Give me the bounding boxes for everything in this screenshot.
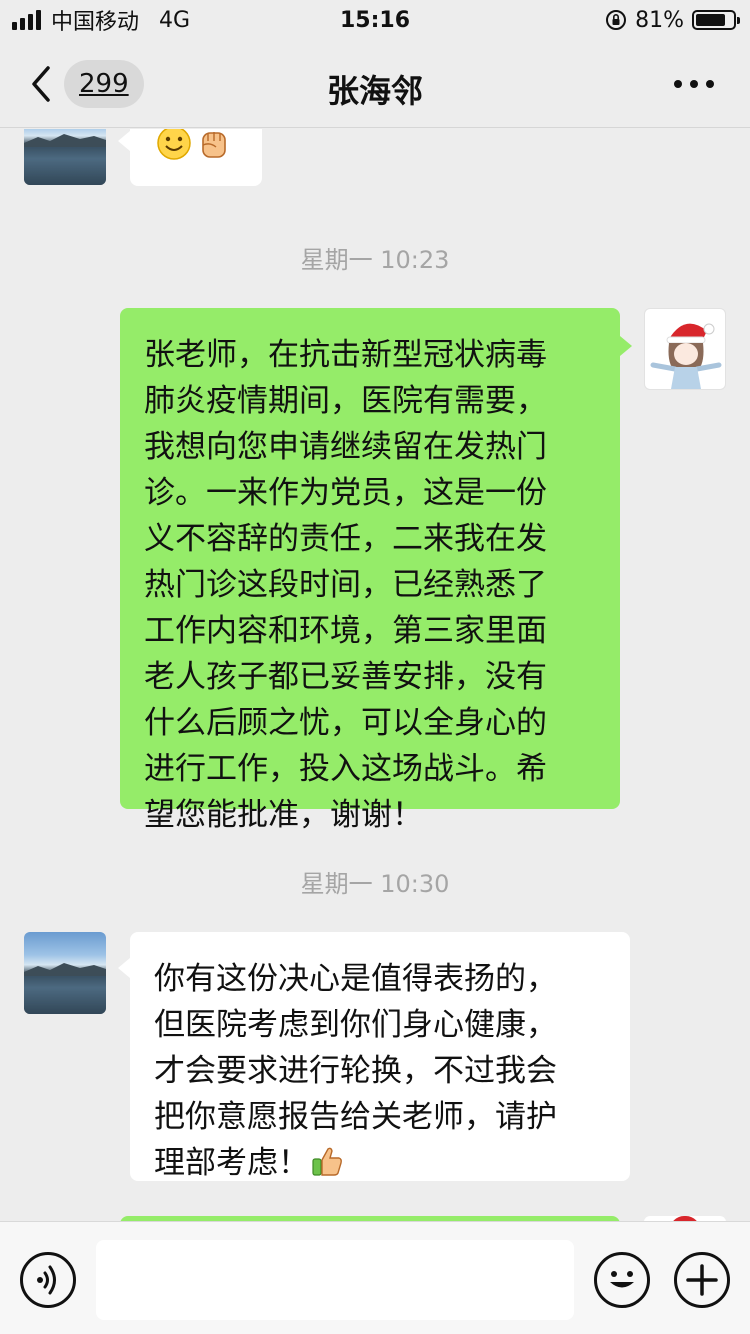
chat-message-list[interactable]: 星期一 10:23 张老师，在抗击新型冠状病毒 肺炎疫情期间，医院有需要， 我想… (0, 129, 750, 1221)
message-line: 什么后顾之忧，可以全身心的 (144, 705, 547, 741)
battery-icon (692, 10, 740, 30)
contact-avatar[interactable] (24, 129, 106, 185)
chat-title: 张海邻 (326, 72, 423, 110)
message-line: 才会要求进行轮换，不过我会 (154, 1053, 557, 1089)
message-bubble-emoji[interactable] (118, 129, 262, 186)
message-line: 义不容辞的责任，二来我在发 (144, 521, 547, 557)
christmas-hat-girl-image (650, 323, 722, 389)
emoji-picker-icon[interactable] (594, 1252, 650, 1308)
add-more-icon[interactable] (674, 1252, 730, 1308)
message-text-field[interactable] (96, 1240, 574, 1320)
message-line: 望您能批准，谢谢！ (144, 797, 423, 833)
status-left: 中国移动 4G (12, 4, 190, 36)
message-line: 肺炎疫情期间，医院有需要， (144, 383, 547, 419)
status-right: 81% (605, 7, 740, 33)
smiling-face-emoji (157, 129, 191, 160)
message-line: 理部考虑！ (154, 1145, 309, 1181)
message-bubble-self[interactable]: 张老师，在抗击新型冠状病毒 肺炎疫情期间，医院有需要， 我想向您申请继续留在发热… (120, 308, 632, 833)
message-timestamp: 星期一 10:23 (300, 246, 450, 274)
message-timestamp: 星期一 10:30 (300, 870, 450, 898)
lake-landscape-image (24, 963, 106, 1014)
self-avatar[interactable] (644, 308, 726, 390)
voice-input-icon[interactable] (20, 1252, 76, 1308)
message-line: 张老师，在抗击新型冠状病毒 (144, 337, 547, 373)
network-type: 4G (159, 7, 191, 33)
thumbs-up-emoji (312, 1147, 342, 1176)
message-line: 但医院考虑到你们身心健康， (154, 1007, 557, 1043)
battery-percent: 81% (635, 7, 684, 33)
message-line-with-emoji: 理部考虑！ (154, 1140, 608, 1186)
message-line: 进行工作，投入这场战斗。希 (144, 751, 547, 787)
contact-avatar[interactable] (24, 932, 106, 1014)
battery-fill (696, 14, 726, 26)
message-line: 诊。一来作为党员，这是一份 (144, 475, 547, 511)
more-options-icon[interactable] (674, 80, 714, 88)
chat-header: 299 张海邻 (0, 40, 750, 128)
message-line: 我想向您申请继续留在发热门 (144, 429, 547, 465)
message-line: 把你意愿报告给关老师，请护 (154, 1099, 557, 1135)
carrier-label: 中国移动 (51, 10, 140, 35)
signal-strength-icon (12, 10, 41, 30)
message-bubble-contact[interactable]: 你有这份决心是值得表扬的， 但医院考虑到你们身心健康， 才会要求进行轮换，不过我… (118, 932, 630, 1181)
raised-fist-emoji (202, 132, 226, 158)
orientation-lock-icon (606, 10, 627, 30)
message-line: 热门诊这段时间，已经熟悉了 (144, 567, 547, 603)
message-line: 工作内容和环境，第三家里面 (144, 613, 547, 649)
lake-landscape-image (24, 134, 106, 185)
status-bar: 中国移动 4G 15:16 81% (0, 0, 750, 40)
message-line: 老人孩子都已妥善安排，没有 (144, 659, 547, 695)
message-line: 你有这份决心是值得表扬的， (154, 961, 557, 997)
message-input-bar (0, 1221, 750, 1334)
